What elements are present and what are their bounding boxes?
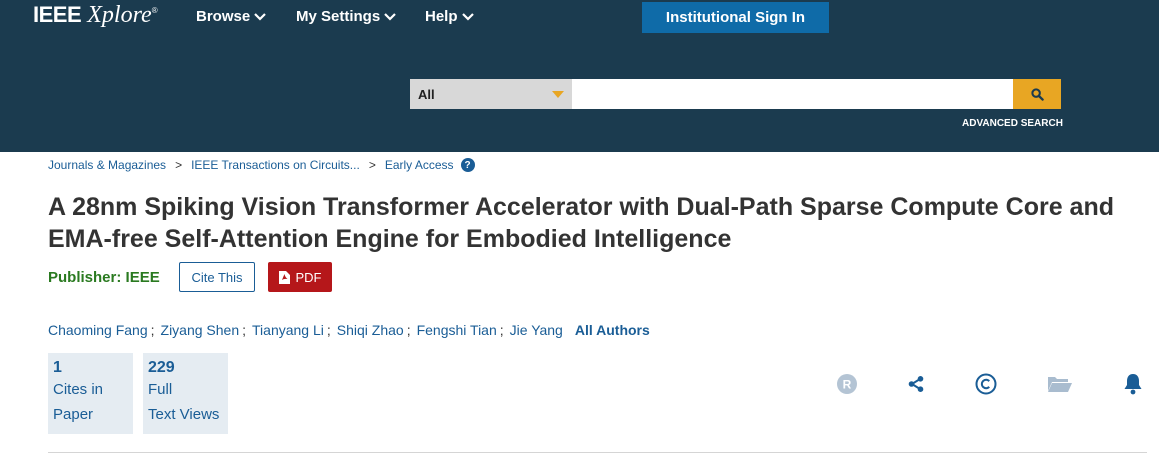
rights-icon: R [837, 374, 857, 394]
all-authors-link[interactable]: All Authors [575, 322, 650, 338]
nav-help[interactable]: Help [425, 8, 474, 25]
pdf-file-icon [278, 270, 290, 284]
rights-button[interactable]: R [835, 372, 859, 396]
share-icon [908, 376, 924, 392]
breadcrumb: Journals & Magazines > IEEE Transactions… [48, 158, 475, 172]
author-link[interactable]: Tianyang Li [252, 322, 324, 338]
search-button[interactable] [1013, 79, 1061, 109]
author-link[interactable]: Chaoming Fang [48, 322, 148, 338]
caret-down-icon [552, 91, 564, 98]
author-link[interactable]: Fengshi Tian [417, 322, 497, 338]
copyright-icon [975, 373, 997, 395]
advanced-search-link[interactable]: ADVANCED SEARCH [962, 118, 1063, 129]
author-list: Chaoming Fang; Ziyang Shen; Tianyang Li;… [48, 322, 650, 338]
alert-button[interactable] [1121, 372, 1145, 396]
author-link[interactable]: Jie Yang [510, 322, 563, 338]
author-link[interactable]: Ziyang Shen [161, 322, 240, 338]
breadcrumb-early-access[interactable]: Early Access [385, 158, 454, 172]
chevron-down-icon [461, 12, 474, 21]
publisher-name: IEEE [125, 269, 160, 286]
author-link[interactable]: Shiqi Zhao [337, 322, 404, 338]
chevron-down-icon [384, 12, 396, 21]
article-title: A 28nm Spiking Vision Transformer Accele… [48, 193, 1114, 253]
nav-my-settings[interactable]: My Settings [296, 8, 396, 25]
folder-icon [1048, 377, 1072, 392]
save-to-folder-button[interactable] [1047, 372, 1073, 396]
cite-this-button[interactable]: Cite This [179, 262, 255, 292]
pdf-button[interactable]: PDF [268, 262, 332, 292]
metric-cites-in-paper[interactable]: 1 Cites in Paper [48, 353, 133, 434]
publisher-line: Publisher: IEEE [48, 269, 160, 286]
breadcrumb-journals-magazines[interactable]: Journals & Magazines [48, 158, 166, 172]
nav-browse[interactable]: Browse [196, 8, 266, 25]
help-icon[interactable]: ? [460, 158, 475, 172]
section-divider [48, 452, 1147, 453]
ieee-xplore-logo[interactable]: IEEE Xplore® [33, 2, 158, 29]
search-scope-select[interactable]: All [410, 79, 572, 109]
site-header: IEEE Xplore® Browse My Settings Help Ins… [0, 0, 1159, 152]
metric-full-text-views[interactable]: 229 Full Text Views [143, 353, 228, 434]
institutional-sign-in-button[interactable]: Institutional Sign In [642, 2, 829, 33]
chevron-down-icon [254, 12, 266, 21]
search-input[interactable] [572, 79, 1013, 109]
copyright-button[interactable] [974, 372, 998, 396]
breadcrumb-transactions[interactable]: IEEE Transactions on Circuits... [191, 158, 360, 172]
svg-text:R: R [843, 378, 852, 392]
search-bar: All [410, 79, 1061, 109]
search-icon [1030, 87, 1044, 101]
share-button[interactable] [904, 372, 928, 396]
alert-bell-icon [1124, 374, 1142, 395]
